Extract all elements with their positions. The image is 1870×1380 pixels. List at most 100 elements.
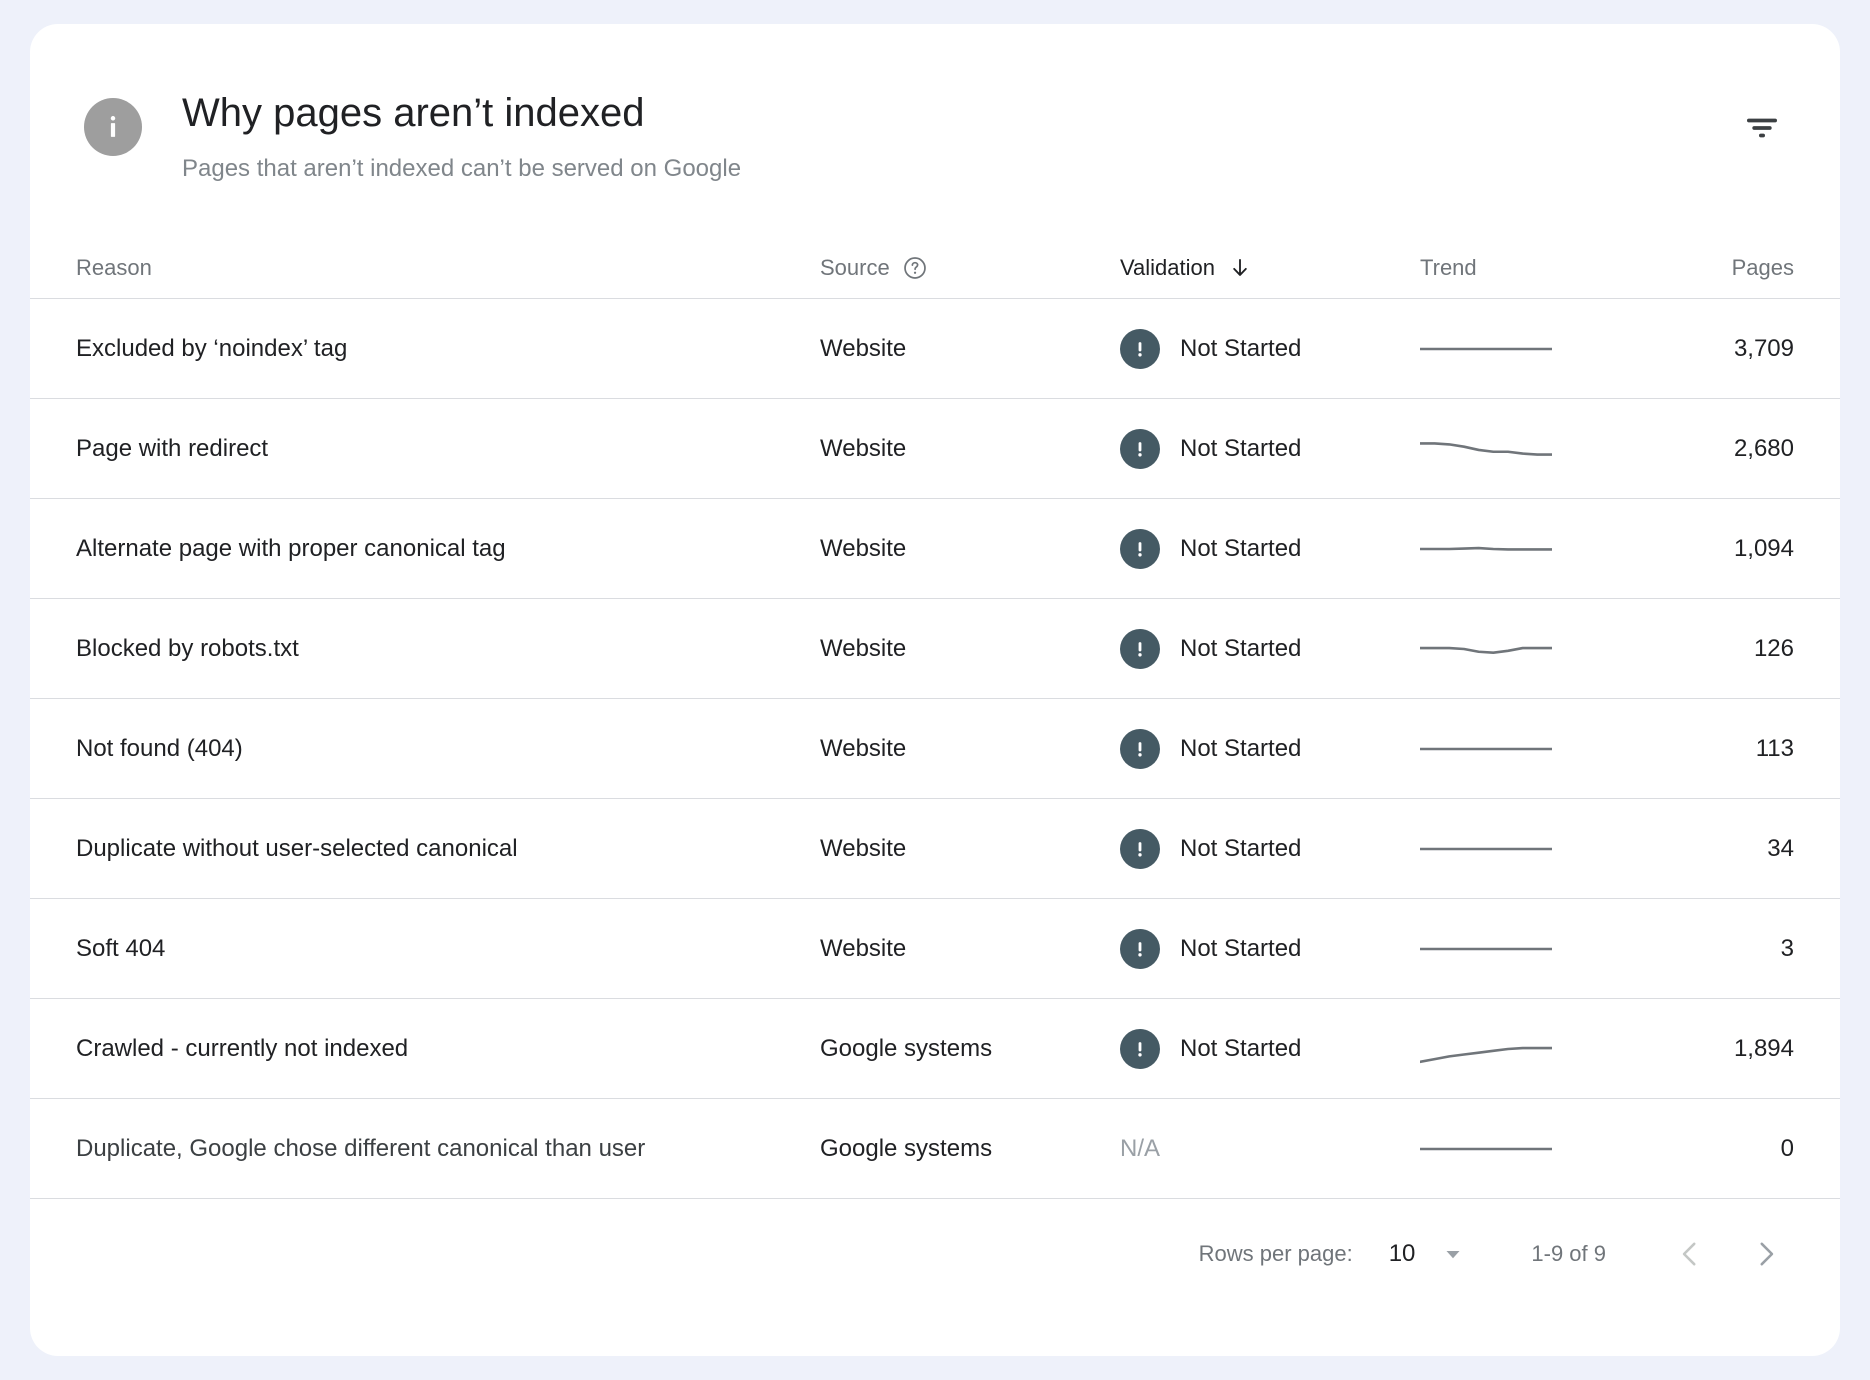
status-badge: Not Started	[1120, 929, 1420, 969]
status-badge-label: Not Started	[1180, 435, 1301, 463]
cell-trend	[1420, 799, 1670, 899]
trend-sparkline	[1420, 426, 1552, 472]
filter-icon[interactable]	[1736, 102, 1788, 154]
status-badge-label: Not Started	[1180, 735, 1301, 763]
cell-reason[interactable]: Crawled - currently not indexed	[30, 999, 820, 1099]
rows-per-page-label: Rows per page:	[1199, 1241, 1353, 1267]
cell-validation: Not Started	[1120, 599, 1420, 699]
status-badge: Not Started	[1120, 529, 1420, 569]
cell-reason[interactable]: Duplicate without user-selected canonica…	[30, 799, 820, 899]
cell-reason[interactable]: Alternate page with proper canonical tag	[30, 499, 820, 599]
status-badge-label: Not Started	[1180, 635, 1301, 663]
trend-sparkline	[1420, 826, 1552, 872]
status-badge-label: Not Started	[1180, 335, 1301, 363]
cell-source: Google systems	[820, 999, 1120, 1099]
status-badge: Not Started	[1120, 329, 1420, 369]
status-badge: N/A	[1120, 1135, 1160, 1162]
trend-sparkline	[1420, 1126, 1552, 1172]
table-row[interactable]: Crawled - currently not indexedGoogle sy…	[30, 999, 1840, 1099]
table-row[interactable]: Duplicate, Google chose different canoni…	[30, 1099, 1840, 1199]
column-header-trend-label: Trend	[1420, 255, 1477, 280]
cell-source: Website	[820, 699, 1120, 799]
cell-pages: 3	[1670, 899, 1840, 999]
cell-trend	[1420, 499, 1670, 599]
status-badge-label: Not Started	[1180, 835, 1301, 863]
arrow-down-icon[interactable]	[1227, 255, 1253, 281]
cell-pages: 1,894	[1670, 999, 1840, 1099]
status-badge: Not Started	[1120, 1029, 1420, 1069]
cell-reason[interactable]: Soft 404	[30, 899, 820, 999]
cell-pages: 3,709	[1670, 299, 1840, 399]
indexing-report-card: Why pages aren’t indexed Pages that aren…	[30, 24, 1840, 1356]
header-text-block: Why pages aren’t indexed Pages that aren…	[182, 80, 741, 186]
column-header-validation[interactable]: Validation	[1120, 238, 1420, 299]
cell-reason[interactable]: Excluded by ‘noindex’ tag	[30, 299, 820, 399]
table-row[interactable]: Excluded by ‘noindex’ tagWebsiteNot Star…	[30, 299, 1840, 399]
trend-sparkline	[1420, 626, 1552, 672]
status-badge-label: Not Started	[1180, 935, 1301, 963]
cell-source: Google systems	[820, 1099, 1120, 1199]
rows-per-page-select[interactable]: 10	[1389, 1240, 1466, 1268]
table-row[interactable]: Soft 404Website Not Started 3	[30, 899, 1840, 999]
status-badge: Not Started	[1120, 829, 1420, 869]
cell-validation: Not Started	[1120, 299, 1420, 399]
card-header: Why pages aren’t indexed Pages that aren…	[30, 24, 1840, 186]
cell-reason[interactable]: Not found (404)	[30, 699, 820, 799]
pagination-range: 1-9 of 9	[1531, 1241, 1606, 1267]
column-header-pages[interactable]: Pages	[1670, 238, 1840, 299]
help-circle-icon[interactable]	[902, 255, 928, 281]
table-row[interactable]: Blocked by robots.txtWebsiteNot Started1…	[30, 599, 1840, 699]
cell-trend	[1420, 599, 1670, 699]
info-icon	[84, 98, 142, 156]
cell-validation: Not Started	[1120, 499, 1420, 599]
status-badge-label: Not Started	[1180, 535, 1301, 563]
cell-pages: 1,094	[1670, 499, 1840, 599]
alert-exclamation-icon	[1120, 829, 1160, 869]
cell-validation: Not Started	[1120, 999, 1420, 1099]
column-header-trend[interactable]: Trend	[1420, 238, 1670, 299]
cell-pages: 2,680	[1670, 399, 1840, 499]
alert-exclamation-icon	[1120, 929, 1160, 969]
cell-validation: Not Started	[1120, 399, 1420, 499]
cell-validation: Not Started	[1120, 799, 1420, 899]
page-title: Why pages aren’t indexed	[182, 88, 741, 138]
cell-source: Website	[820, 799, 1120, 899]
table-row[interactable]: Page with redirectWebsiteNot Started2,68…	[30, 399, 1840, 499]
cell-pages: 34	[1670, 799, 1840, 899]
column-header-reason[interactable]: Reason	[30, 238, 820, 299]
table-row[interactable]: Alternate page with proper canonical tag…	[30, 499, 1840, 599]
table-row[interactable]: Not found (404)WebsiteNot Started113	[30, 699, 1840, 799]
column-header-source-label: Source	[820, 255, 890, 281]
table-row[interactable]: Duplicate without user-selected canonica…	[30, 799, 1840, 899]
cell-reason[interactable]: Page with redirect	[30, 399, 820, 499]
trend-sparkline	[1420, 726, 1552, 772]
status-badge: Not Started	[1120, 429, 1420, 469]
trend-sparkline	[1420, 926, 1552, 972]
column-header-source[interactable]: Source	[820, 238, 1120, 299]
alert-exclamation-icon	[1120, 729, 1160, 769]
cell-pages: 126	[1670, 599, 1840, 699]
table-header-row: Reason Source	[30, 238, 1840, 299]
table-footer: Rows per page: 10 1-9 of 9	[30, 1198, 1840, 1308]
column-header-validation-label: Validation	[1120, 255, 1215, 281]
cell-trend	[1420, 999, 1670, 1099]
cell-reason[interactable]: Blocked by robots.txt	[30, 599, 820, 699]
table-body: Excluded by ‘noindex’ tag Website Not Star…	[30, 299, 1840, 1199]
cell-trend	[1420, 899, 1670, 999]
alert-exclamation-icon	[1120, 529, 1160, 569]
trend-sparkline	[1420, 526, 1552, 572]
status-badge: Not Started	[1120, 729, 1420, 769]
cell-source: Website	[820, 899, 1120, 999]
chevron-left-icon[interactable]	[1662, 1226, 1718, 1282]
cell-trend	[1420, 299, 1670, 399]
status-badge: Not Started	[1120, 629, 1420, 669]
alert-exclamation-icon	[1120, 429, 1160, 469]
status-badge-label: Not Started	[1180, 1035, 1301, 1063]
column-header-pages-label: Pages	[1732, 255, 1794, 280]
chevron-right-icon[interactable]	[1738, 1226, 1794, 1282]
trend-sparkline	[1420, 1026, 1552, 1072]
cell-reason[interactable]: Duplicate, Google chose different canoni…	[30, 1099, 820, 1199]
rows-per-page-value: 10	[1389, 1240, 1416, 1268]
alert-exclamation-icon	[1120, 329, 1160, 369]
page-subtitle: Pages that aren’t indexed can’t be serve…	[182, 152, 741, 186]
